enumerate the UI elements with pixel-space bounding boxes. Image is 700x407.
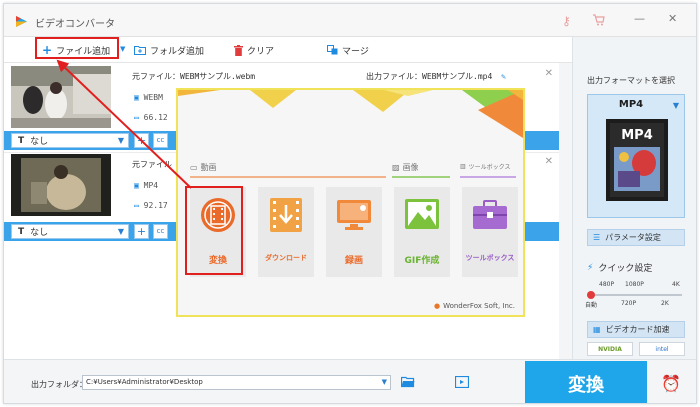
annotation-arrow [56,59,192,189]
app-window: ビデオコンバータ ⚷ — ✕ + ファイル追加 ▼ フォルダ追加 クリア マージ… [3,3,697,404]
